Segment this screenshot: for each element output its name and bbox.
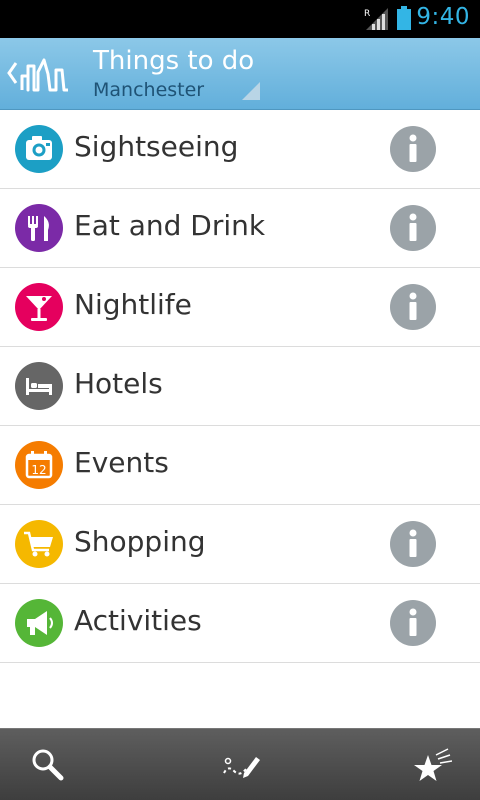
list-item-eat-and-drink[interactable]: Eat and Drink	[0, 189, 480, 268]
info-button-shopping[interactable]	[390, 521, 436, 567]
category-list: Sightseeing Eat and Drink Nightlife Hote…	[0, 110, 480, 663]
list-item-label: Shopping	[74, 525, 206, 558]
action-bar: Things to do Manchester	[0, 38, 480, 110]
cocktail-icon	[15, 283, 63, 331]
list-item-nightlife[interactable]: Nightlife	[0, 268, 480, 347]
list-item-label: Nightlife	[74, 288, 192, 321]
list-item-activities[interactable]: Activities	[0, 584, 480, 663]
status-bar: R 9:40	[0, 0, 480, 38]
calendar-icon: 12	[15, 441, 63, 489]
megaphone-icon	[15, 599, 63, 647]
info-icon	[409, 608, 417, 636]
roaming-indicator: R	[364, 9, 370, 19]
search-button[interactable]	[8, 729, 88, 800]
location-spinner[interactable]: Things to do Manchester	[78, 38, 268, 110]
search-icon	[32, 749, 64, 781]
route-pencil-icon	[223, 757, 260, 778]
signal-icon: R	[364, 8, 388, 30]
fork-knife-icon	[15, 204, 63, 252]
back-chevron-icon	[7, 62, 18, 84]
info-button-eat-and-drink[interactable]	[390, 205, 436, 251]
info-button-sightseeing[interactable]	[390, 126, 436, 172]
route-planner-button[interactable]	[200, 729, 280, 800]
info-icon	[409, 213, 417, 241]
list-item-label: Sightseeing	[74, 130, 239, 163]
stars-icon	[414, 748, 452, 781]
list-item-label: Activities	[74, 604, 202, 637]
battery-icon	[397, 6, 411, 30]
favourites-button[interactable]	[392, 729, 472, 800]
info-button-activities[interactable]	[390, 600, 436, 646]
list-item-sightseeing[interactable]: Sightseeing	[0, 110, 480, 189]
list-item-shopping[interactable]: Shopping	[0, 505, 480, 584]
shopping-cart-icon	[15, 520, 63, 568]
list-item-label: Eat and Drink	[74, 209, 266, 242]
list-item-label: Events	[74, 446, 169, 479]
info-button-nightlife[interactable]	[390, 284, 436, 330]
camera-icon	[15, 125, 63, 173]
list-item-hotels[interactable]: Hotels	[0, 347, 480, 426]
bed-icon	[15, 362, 63, 410]
spinner-corner-icon	[242, 82, 260, 100]
calendar-date: 12	[31, 463, 46, 477]
info-icon	[409, 134, 417, 162]
bottom-action-bar	[0, 728, 480, 800]
home-up-button[interactable]	[0, 38, 78, 110]
page-title: Things to do	[93, 46, 255, 76]
list-item-label: Hotels	[74, 367, 163, 400]
list-item-events[interactable]: 12 Events	[0, 426, 480, 505]
city-skyline-icon	[20, 58, 68, 92]
info-icon	[409, 292, 417, 320]
info-icon	[409, 529, 417, 557]
location-subtitle: Manchester	[93, 79, 205, 101]
status-clock: 9:40	[416, 4, 470, 30]
